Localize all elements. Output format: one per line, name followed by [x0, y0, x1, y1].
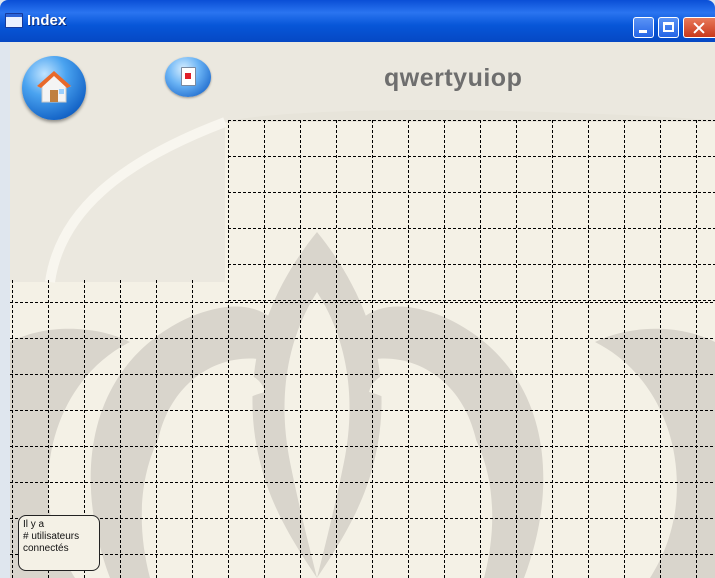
- close-button[interactable]: [683, 17, 715, 38]
- minimize-button[interactable]: [633, 17, 654, 38]
- status-line-1: Il y a: [23, 519, 45, 530]
- upper-grid: [228, 120, 715, 302]
- page-title: qwertyuiop: [384, 64, 523, 92]
- window-icon: [5, 13, 23, 28]
- lower-grid: [10, 280, 715, 578]
- status-line-3: connectés: [23, 543, 69, 554]
- close-document-button[interactable]: [165, 57, 211, 97]
- window-title: Index: [27, 12, 67, 29]
- maximize-button[interactable]: [658, 17, 679, 38]
- home-icon: [36, 71, 72, 103]
- home-button[interactable]: [22, 56, 86, 120]
- connected-users-status: Il y a # utilisateurs connectés: [18, 515, 100, 571]
- client-area: qwertyuiop Il y a # utilisateurs connect…: [10, 42, 715, 578]
- close-document-icon: [181, 67, 196, 86]
- title-bar[interactable]: Index: [0, 0, 715, 42]
- status-line-2: # utilisateurs: [23, 531, 80, 542]
